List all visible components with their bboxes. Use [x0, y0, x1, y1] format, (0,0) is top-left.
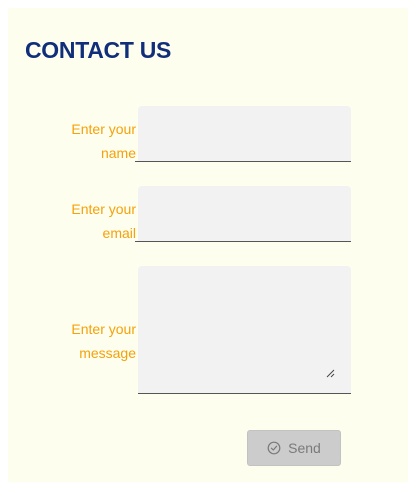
send-button[interactable]: Send: [247, 430, 341, 466]
name-label: Enter your name: [26, 117, 136, 165]
email-row: Enter your email: [8, 184, 408, 242]
resize-grip-icon[interactable]: [325, 368, 335, 378]
email-label-line1: Enter your: [71, 201, 136, 217]
email-input[interactable]: [138, 186, 351, 242]
name-label-line2: name: [100, 145, 136, 161]
email-label-line2: email: [102, 225, 136, 241]
form-title: CONTACT US: [25, 37, 172, 63]
message-label: Enter your message: [26, 317, 136, 365]
message-label-line1: Enter your: [71, 321, 136, 337]
check-circle-icon: [267, 441, 281, 455]
name-label-line1: Enter your: [71, 121, 136, 137]
name-input[interactable]: [138, 106, 351, 162]
send-button-label: Send: [288, 440, 321, 456]
email-label-underline: [135, 241, 139, 242]
contact-form-card: CONTACT US Enter your name Enter your em…: [8, 8, 408, 482]
message-textarea[interactable]: [138, 266, 351, 394]
message-label-line2: message: [79, 345, 136, 361]
message-row: Enter your message: [8, 264, 408, 394]
name-row: Enter your name: [8, 104, 408, 162]
name-label-underline: [135, 161, 139, 162]
email-label: Enter your email: [26, 197, 136, 245]
